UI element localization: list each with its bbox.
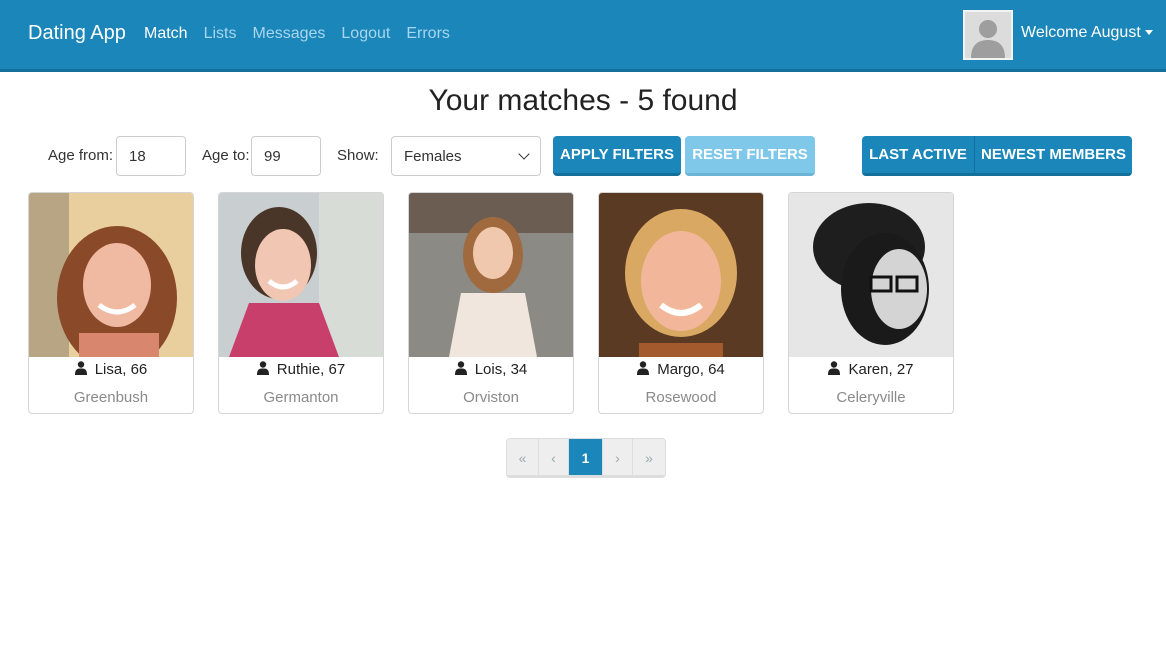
member-photo — [599, 193, 763, 357]
member-photo — [409, 193, 573, 357]
age-from-label: Age from: — [48, 147, 114, 164]
pagination-prev[interactable]: ‹ — [539, 439, 569, 475]
member-card[interactable]: Lisa, 66 Greenbush — [28, 192, 194, 414]
show-label: Show: — [337, 147, 379, 164]
apply-filters-button[interactable]: APPLY FILTERS — [553, 136, 681, 176]
gender-select-value: Females — [404, 147, 462, 165]
member-name-text: Lois, 34 — [474, 361, 528, 378]
user-icon — [828, 361, 841, 375]
pagination-page-1[interactable]: 1 — [569, 439, 603, 475]
user-silhouette-icon — [965, 12, 1011, 58]
member-name: Lois, 34 — [409, 361, 573, 378]
member-card[interactable]: Lois, 34 Orviston — [408, 192, 574, 414]
brand-logo[interactable]: Dating App — [28, 22, 126, 45]
nav-link-messages[interactable]: Messages — [252, 25, 325, 43]
member-card[interactable]: Karen, 27 Celeryville — [788, 192, 954, 414]
age-to-label: Age to: — [202, 147, 250, 164]
pagination-first[interactable]: « — [507, 439, 539, 475]
nav-link-match[interactable]: Match — [144, 25, 188, 43]
member-name: Margo, 64 — [599, 361, 763, 378]
nav-link-lists[interactable]: Lists — [204, 25, 237, 43]
pagination-last[interactable]: » — [633, 439, 665, 475]
user-icon — [637, 361, 650, 375]
member-city: Germanton — [263, 389, 339, 406]
avatar[interactable] — [963, 10, 1013, 60]
member-city: Rosewood — [645, 389, 717, 406]
member-name: Karen, 27 — [789, 361, 953, 378]
member-name: Ruthie, 67 — [219, 361, 383, 378]
gender-select[interactable]: Females — [391, 136, 541, 176]
reset-filters-button[interactable]: RESET FILTERS — [685, 136, 815, 176]
member-photo — [29, 193, 193, 357]
member-name-text: Ruthie, 67 — [276, 361, 346, 378]
member-card[interactable]: Ruthie, 67 Germanton — [218, 192, 384, 414]
member-city: Greenbush — [73, 389, 149, 406]
last-active-button[interactable]: LAST ACTIVE — [862, 136, 974, 176]
nav-link-logout[interactable]: Logout — [341, 25, 390, 43]
caret-down-icon — [1144, 30, 1153, 36]
sort-button-group: LAST ACTIVE NEWEST MEMBERS — [862, 136, 1132, 176]
nav-links: Match Lists Messages Logout Errors — [144, 25, 450, 43]
member-city: Orviston — [463, 389, 519, 406]
nav-link-errors[interactable]: Errors — [406, 25, 450, 43]
welcome-label: Welcome August — [1021, 24, 1141, 41]
member-name-text: Margo, 64 — [657, 361, 725, 378]
member-name-text: Lisa, 66 — [94, 361, 148, 378]
user-icon — [256, 361, 269, 375]
chevron-down-icon — [518, 147, 530, 160]
page-title: Your matches - 5 found — [428, 84, 738, 117]
navbar: Dating App Match Lists Messages Logout E… — [0, 0, 1166, 72]
member-photo — [219, 193, 383, 357]
newest-members-button[interactable]: NEWEST MEMBERS — [974, 136, 1132, 176]
user-menu-toggle[interactable]: Welcome August — [1021, 24, 1153, 42]
member-name-text: Karen, 27 — [848, 361, 914, 378]
member-card[interactable]: Margo, 64 Rosewood — [598, 192, 764, 414]
pagination: « ‹ 1 › » — [506, 438, 666, 478]
age-from-input[interactable] — [116, 136, 186, 176]
member-city: Celeryville — [836, 389, 906, 406]
member-photo — [789, 193, 953, 357]
member-name: Lisa, 66 — [29, 361, 193, 378]
user-icon — [74, 361, 87, 375]
age-to-input[interactable] — [251, 136, 321, 176]
pagination-next[interactable]: › — [603, 439, 633, 475]
user-icon — [454, 361, 467, 375]
